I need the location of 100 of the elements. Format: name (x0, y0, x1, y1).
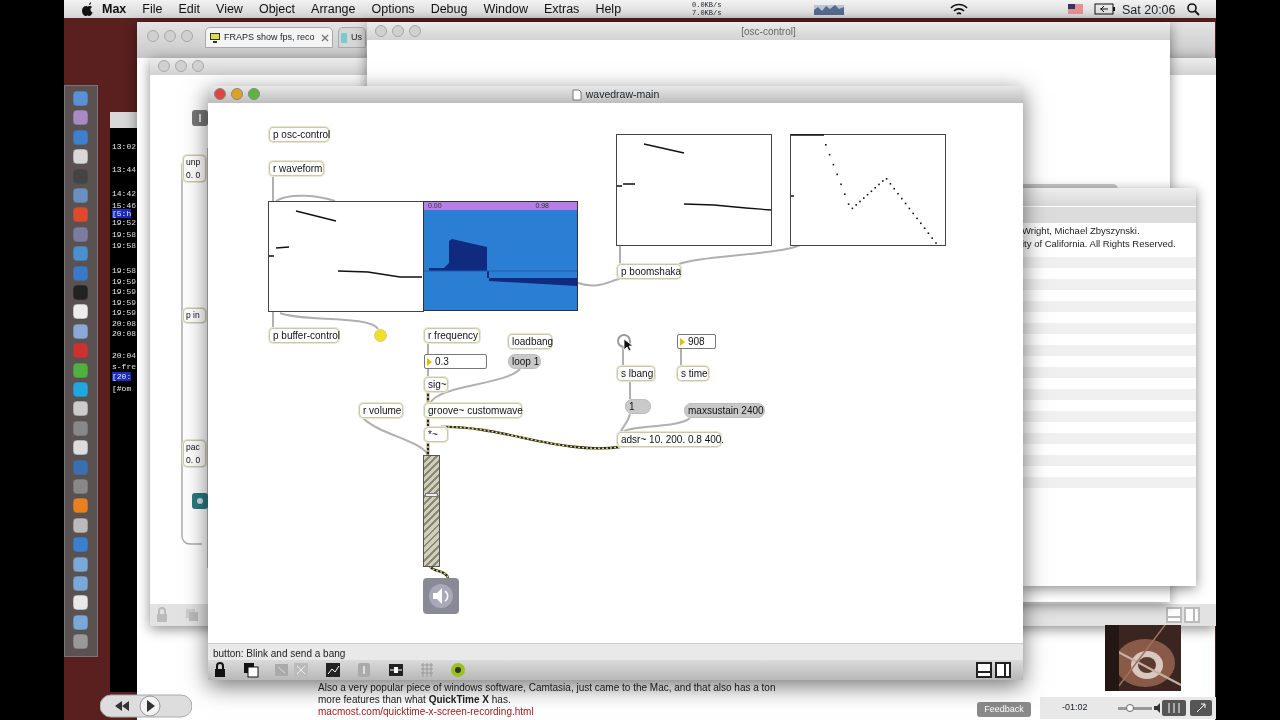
terminal-line: 19:59 (112, 298, 136, 307)
terminal-line: 19:59 (112, 277, 136, 286)
volume-slider[interactable] (1118, 707, 1152, 710)
object-box[interactable]: p buffer-control (269, 328, 339, 343)
new-object-icon[interactable] (243, 662, 259, 678)
app-icon[interactable] (72, 633, 89, 651)
patch-cord (577, 278, 621, 287)
object-box[interactable]: loadbang (508, 334, 552, 349)
gear-icon[interactable] (450, 662, 466, 678)
patch-cord (362, 417, 429, 456)
fullscreen-icon[interactable] (1190, 700, 1212, 716)
message-box[interactable]: maxsustain 2400 (684, 403, 765, 418)
menu-item[interactable]: View (208, 0, 251, 18)
speaker-button[interactable] (423, 578, 459, 614)
menu-item[interactable]: File (134, 0, 171, 18)
window-title: [osc-control] (741, 24, 796, 39)
menu-item[interactable]: Edit (170, 0, 209, 18)
terminal-line: [#om (112, 384, 132, 393)
slider-icon[interactable] (388, 662, 404, 678)
clock[interactable]: Sat 20:06 (1122, 1, 1176, 20)
terminal-line: 19:58 (112, 241, 136, 250)
terminal-line: 13:02 (112, 142, 136, 151)
app-icon[interactable] (72, 361, 89, 379)
flag-icon[interactable] (1068, 4, 1083, 14)
volume-thumb[interactable] (1126, 704, 1134, 712)
speaker-icon[interactable] (1153, 703, 1163, 713)
app-icon[interactable] (72, 613, 89, 631)
menu-item[interactable]: Extras (535, 0, 588, 18)
menu-item[interactable]: Window (475, 0, 536, 18)
number-box[interactable]: 908 (677, 334, 716, 349)
object-box[interactable]: p osc-control (269, 127, 329, 142)
app-icon[interactable] (72, 400, 89, 418)
time-display: -01:02 (1062, 701, 1088, 714)
browser-tab[interactable]: FRAPS show fps, reco (205, 27, 333, 48)
object-box[interactable]: s lbang (617, 366, 655, 381)
app-icon[interactable] (72, 594, 89, 612)
object-box[interactable]: r waveform (269, 161, 324, 176)
panel-icon[interactable] (976, 662, 992, 678)
number-text: 0. 0 (186, 169, 202, 182)
app-icon[interactable] (72, 497, 89, 515)
number-box[interactable]: 0.3 (424, 354, 487, 369)
link[interactable]: macmost.com/quicktime-x-screen-recording.html (318, 704, 534, 719)
document-icon (571, 88, 582, 101)
terminal-line: 14:42 (112, 189, 136, 198)
message-box[interactable]: 1 (625, 399, 651, 414)
media-controls[interactable] (100, 693, 192, 719)
info-icon[interactable] (356, 662, 372, 678)
status-text: button: Blink and send a bang (213, 647, 346, 661)
menu-item[interactable]: Arrange (303, 0, 364, 18)
feedback-button[interactable]: Feedback (977, 702, 1031, 717)
number-text: 0. 0 (186, 454, 202, 467)
app-icon[interactable] (72, 381, 89, 398)
search-icon[interactable] (1187, 3, 1200, 16)
terminal-line: 19:59 (112, 287, 136, 296)
app-icon[interactable] (72, 516, 89, 534)
object-box[interactable]: sig~ (424, 377, 448, 392)
object-box[interactable]: p boomshaka (617, 264, 681, 279)
browser-tab[interactable]: Us (338, 27, 366, 48)
menu-item[interactable]: Debug (422, 0, 476, 18)
app-menu[interactable]: Max (94, 0, 135, 18)
object-box[interactable]: s time (677, 366, 709, 381)
object-box[interactable]: r volume (359, 403, 403, 418)
terminal-line: 19:58 (112, 266, 136, 275)
button-icon[interactable] (192, 493, 208, 509)
cpu-graph-icon (814, 3, 844, 15)
object-box[interactable]: *~ (424, 427, 448, 442)
lock-icon[interactable] (212, 662, 228, 678)
menu-item[interactable]: Options (363, 0, 423, 18)
message-box[interactable]: loop 1 (508, 354, 541, 369)
terminal-line: 20:04 (112, 351, 136, 360)
info-icon[interactable] (192, 110, 208, 126)
object-box[interactable]: unp 0. 0 (183, 155, 206, 182)
about-text: ity of California. All Rights Reserved. (1022, 238, 1176, 249)
wifi-icon[interactable] (950, 3, 968, 16)
object-box[interactable]: groove~ customwave (424, 403, 522, 418)
monitor-icon (209, 32, 221, 44)
window-title: wavedraw-main (585, 86, 660, 102)
chart-icon[interactable] (325, 662, 341, 678)
object-box[interactable]: adsr~ 10. 200. 0.8 400. (617, 432, 721, 447)
panel-icon[interactable] (995, 662, 1011, 678)
app-icon[interactable] (72, 439, 89, 457)
led-indicator[interactable] (374, 329, 387, 342)
close-icon[interactable] (321, 34, 329, 42)
terminal-line: 19:52 (112, 218, 136, 227)
menu-item[interactable]: Object (250, 0, 304, 18)
object-box[interactable]: p in (183, 308, 206, 323)
app-icon[interactable] (72, 555, 89, 573)
object-box[interactable]: pac 0. 0 (183, 440, 206, 467)
apple-icon[interactable] (80, 2, 93, 16)
delete-icon[interactable] (293, 662, 309, 678)
app-icon[interactable] (72, 322, 89, 340)
menu-item[interactable]: Help (587, 0, 630, 18)
terminal-line: 19:58 (112, 230, 136, 239)
app-icon[interactable] (72, 148, 89, 166)
app-icon[interactable] (72, 303, 89, 321)
app-icon[interactable] (72, 109, 89, 127)
object-box[interactable]: r frequency (424, 328, 480, 343)
slider-thumb[interactable] (425, 493, 438, 497)
gain-slider[interactable] (423, 455, 440, 567)
app-icon[interactable] (72, 575, 89, 592)
